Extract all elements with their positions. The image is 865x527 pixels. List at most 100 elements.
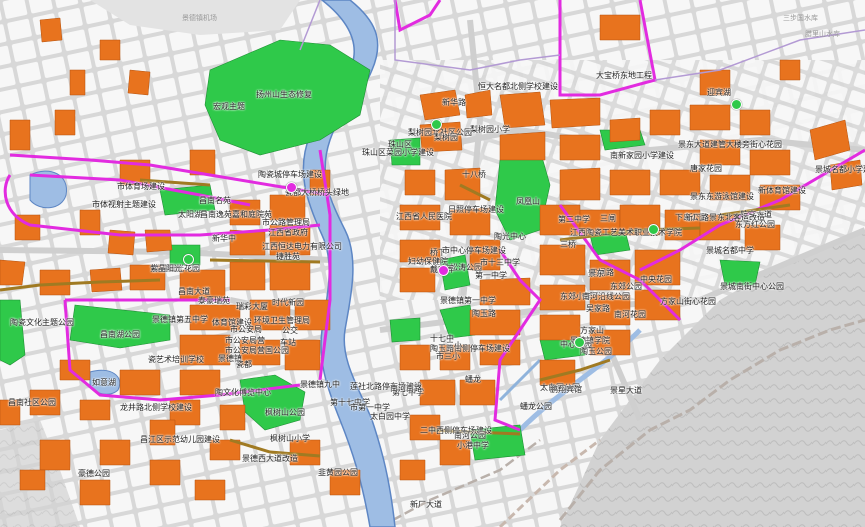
map-label: 枫树山小学 xyxy=(270,434,310,443)
map-label: 江西省人民医院 xyxy=(396,212,452,221)
map-label: 捷胜苑 xyxy=(276,252,300,261)
map-label: 市公安局营 xyxy=(225,336,265,345)
map-label: 凤凰山 xyxy=(516,197,540,206)
map-label: 新华中 xyxy=(212,234,236,243)
map-label: 大宝桥东地工程 xyxy=(596,71,652,80)
map-label: 东方红公园 xyxy=(735,220,775,229)
map-label: 时代新园 xyxy=(272,298,304,307)
map-label: 景德镇第五中学 xyxy=(152,315,208,324)
map-label: 吴家路 xyxy=(586,304,610,313)
map-label: 太阳湖 xyxy=(178,210,202,219)
map-label: 蟠龙 xyxy=(465,375,481,384)
map-label: 陶玉公园 xyxy=(580,347,612,356)
map-label: 十七中 xyxy=(430,334,454,343)
map-label: 昌南逸苑 xyxy=(200,210,232,219)
map-label: 公交 xyxy=(282,326,298,335)
map-label: 市体育场建设 xyxy=(117,182,165,191)
map-label: 迎宾湖 xyxy=(707,88,731,97)
map-label: 景东大道建管大楼旁街心花园 xyxy=(678,140,782,149)
map-label: 新体育馆建设 xyxy=(758,186,806,195)
map-label: 三闸 xyxy=(600,214,616,223)
map-label: 豪德公园 xyxy=(78,469,110,478)
map-label: 梨树园 xyxy=(434,133,458,142)
map-label: 市公路管理局 xyxy=(262,218,310,227)
map-label: 宏观主题 xyxy=(213,102,245,111)
map-label: 昌南名苑 xyxy=(199,196,231,205)
map-label: 龙井路北侧学校建设 xyxy=(120,403,192,412)
map-pin[interactable] xyxy=(574,337,585,348)
map-pin[interactable] xyxy=(648,224,659,235)
map-label: 市第一中学 xyxy=(350,403,390,412)
map-label: 瓷艺术培训学校 xyxy=(148,355,204,364)
map-label: 太白园中学 xyxy=(370,412,410,421)
map-label: 恒大名都北侧学校建设 xyxy=(478,82,558,91)
map-label: 环境卫生管理局 xyxy=(254,316,310,325)
map-label: 瓷都 xyxy=(236,360,252,369)
map-label: 陶光中心 xyxy=(494,232,526,241)
map-label: 陶文化博览中心 xyxy=(215,388,271,397)
map-label: 瑞彩大厦 xyxy=(236,302,268,311)
map-label: 江西省政府 xyxy=(268,228,308,237)
map-label: 三桥 xyxy=(560,240,576,249)
map-label: 景东 xyxy=(588,269,604,278)
map-label: 市十三中学 xyxy=(480,258,520,267)
map-label: 蟠龙公园 xyxy=(520,402,552,411)
map-pin[interactable] xyxy=(431,119,442,130)
map-label: 市公安局 xyxy=(230,325,262,334)
map-label: 中央花园 xyxy=(640,275,672,284)
map-label: 梨树园小学 xyxy=(470,125,510,134)
map-label: 日照停车场建设 xyxy=(448,205,504,214)
label-sanbu-reservoir: 三步国水库 xyxy=(783,14,818,22)
map-label: 泰豪瑞苑 xyxy=(198,296,230,305)
map-label: 枫树山公园 xyxy=(265,408,305,417)
map-label: 第一中学 xyxy=(475,271,507,280)
map-label: 陶玉路 xyxy=(472,309,496,318)
map-label: 景城名都小学建设 xyxy=(815,165,865,174)
map-pin[interactable] xyxy=(438,265,449,276)
map-label: 新华路 xyxy=(442,98,466,107)
map-pin[interactable] xyxy=(731,99,742,110)
map-label: 景城南街中心公园 xyxy=(720,282,784,291)
map-label: 新厂大道 xyxy=(410,500,442,509)
map-label: 景城名都中学 xyxy=(706,246,754,255)
map-pin[interactable] xyxy=(183,254,194,265)
map-label: 南河花园 xyxy=(614,310,646,319)
map-label: 韭黄园公园 xyxy=(318,468,358,477)
map-label: 南新家园小学建设 xyxy=(610,151,674,160)
map-label: 昌南大道 xyxy=(178,287,210,296)
map-label: 江西陶瓷工艺美术职业技术学院 xyxy=(570,228,682,237)
map-pin[interactable] xyxy=(286,182,297,193)
map-label: 方家山街心花园 xyxy=(660,297,716,306)
map-label: 方家山 xyxy=(580,326,604,335)
label-jingdezhen-airport: 景德镇机场 xyxy=(182,14,217,22)
map-label: 景德西大道改造 xyxy=(242,454,298,463)
map-label: 景德镇九中 xyxy=(300,380,340,389)
map-label: 昌南湖公园 xyxy=(100,330,140,339)
map-label: 第二中学 xyxy=(558,215,590,224)
map-label: 江西恒达电力有限公司 xyxy=(262,242,342,251)
map-label: 市三小 xyxy=(436,352,460,361)
map-label: 珠山区菜园小学建设 xyxy=(362,148,434,157)
map-label: 如意湖 xyxy=(92,378,116,387)
map-label: 昌南社区公园 xyxy=(8,398,56,407)
map-label: 市中心停车场建设 xyxy=(442,246,506,255)
map-label: 景德镇第一中学 xyxy=(440,296,496,305)
map-label: 南河沿线公园 xyxy=(582,292,630,301)
map-label: 鹏翔宾馆 xyxy=(550,385,582,394)
map-label: 唐家花园 xyxy=(690,164,722,173)
map-canvas[interactable]: 景德镇机场 三步国水库 腊里山水库 扬州山生态修复宏观主题陶瓷城停车场建设瓷都 大… xyxy=(0,0,865,527)
map-label: 市体视射主题建设 xyxy=(92,200,156,209)
label-boyang-reservoir: 腊里山水库 xyxy=(805,30,840,38)
map-label: 景东东游泳馆建设 xyxy=(690,192,754,201)
map-label: 陶瓷城停车场建设 xyxy=(258,170,322,179)
map-label: 十八桥 xyxy=(462,170,486,179)
map-label: 扬州山生态修复 xyxy=(256,90,312,99)
map-label: 昌江区示范幼儿园建设 xyxy=(140,435,220,444)
map-label: 小港中学 xyxy=(457,441,489,450)
map-label: 景星大道 xyxy=(610,386,642,395)
map-label: 南河公园 xyxy=(454,431,486,440)
map-label: 紫晶阳光 xyxy=(150,264,182,273)
map-label: 陶瓷文化主题公园 xyxy=(10,318,74,327)
map-label: 东郊公园 xyxy=(610,282,642,291)
map-label: 南河南路 xyxy=(390,384,422,393)
